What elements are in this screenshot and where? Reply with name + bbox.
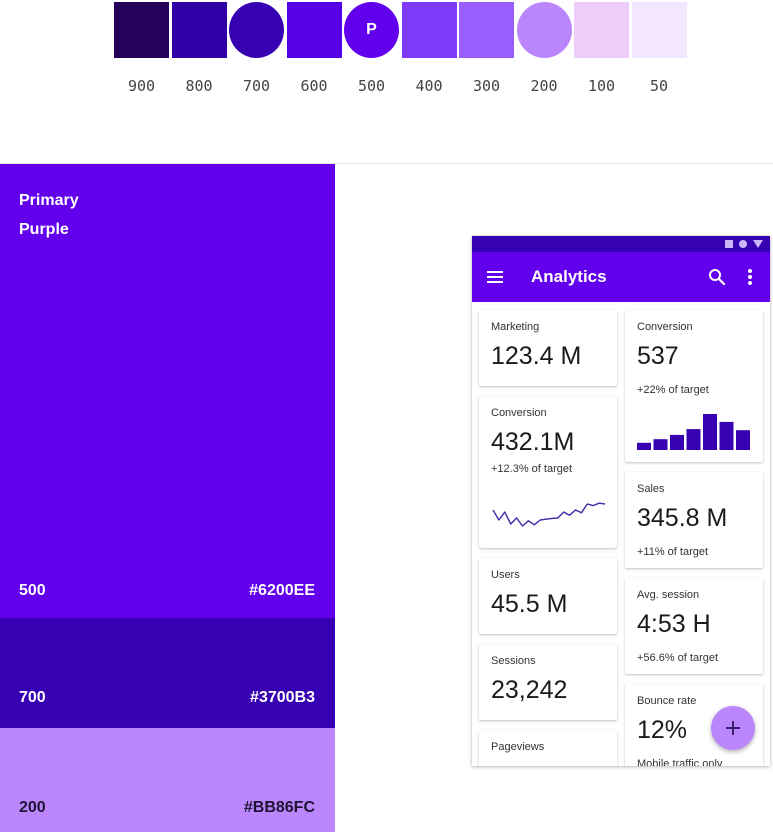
color-block-hex: #BB86FC — [243, 799, 315, 816]
card-value: 4:53 H — [637, 610, 711, 638]
card-subtitle: +56.6% of target — [637, 652, 719, 664]
swatch-letter: P — [366, 21, 377, 38]
swatch-label-800: 800 — [185, 77, 213, 95]
color-block-name: 200 — [19, 799, 46, 816]
card-value: 432.1M — [491, 428, 575, 456]
bar-1 — [653, 439, 668, 450]
swatch-400 — [401, 2, 457, 58]
card-subtitle: +22% of target — [637, 384, 709, 396]
swatch-800 — [171, 2, 227, 58]
color-block-700: 700 #3700B3 — [0, 618, 335, 728]
bar-3 — [686, 429, 701, 450]
palette-swatches: P — [114, 2, 687, 58]
wifi-icon — [739, 240, 747, 248]
card-title: Conversion — [491, 407, 547, 419]
primary-title: Primary Purple — [19, 186, 79, 244]
card-title: Users — [491, 569, 520, 581]
app-bar: Analytics — [472, 252, 770, 302]
card-users[interactable]: Users 45.5 M — [479, 558, 617, 634]
card-title: Sales — [637, 483, 665, 495]
swatch-50 — [631, 2, 687, 58]
card-title: Pageviews — [491, 741, 545, 753]
swatch-label-100: 100 — [587, 77, 616, 95]
swatch-label-600: 600 — [300, 77, 328, 95]
signal-icon — [725, 240, 733, 248]
bar-5 — [719, 421, 734, 450]
swatch-label-900: 900 — [127, 77, 156, 95]
primary-title-line1: Primary — [19, 192, 79, 209]
swatch-700 — [229, 2, 284, 58]
more-vert-icon[interactable] — [748, 269, 752, 285]
card-sales[interactable]: Sales 345.8 M +11% of target — [625, 472, 763, 568]
phone-mockup: Analytics Marketing 123.4 M Conversion 4… — [472, 236, 770, 766]
color-block-name: 500 — [19, 582, 46, 599]
card-subtitle: Mobile traffic only — [637, 758, 723, 766]
color-block-200: 200 #BB86FC — [0, 728, 335, 832]
card-title: Sessions — [491, 655, 536, 667]
sparkline-chart — [492, 502, 606, 527]
card-value: 537 — [637, 342, 679, 370]
card-conversion[interactable]: Conversion 432.1M +12.3% of target — [479, 396, 617, 548]
card-subtitle: +12.3% of target — [491, 463, 573, 475]
palette-labels: 900 800 700 600 500 400 300 200 100 50 — [114, 77, 687, 97]
app-title: Analytics — [531, 267, 607, 286]
card-sessions[interactable]: Sessions 23,242 — [479, 644, 617, 720]
battery-icon — [753, 240, 763, 248]
card-conversion-right[interactable]: Conversion 537 +22% of target — [625, 310, 763, 462]
bar-6 — [736, 430, 750, 450]
menu-icon[interactable] — [487, 270, 503, 284]
card-avg-session[interactable]: Avg. session 4:53 H +56.6% of target — [625, 578, 763, 674]
swatch-900 — [114, 2, 169, 58]
add-icon — [726, 721, 740, 735]
card-value: 23,242 — [491, 676, 568, 704]
card-pageviews[interactable]: Pageviews — [479, 730, 617, 766]
swatch-label-700: 700 — [242, 77, 271, 95]
color-block-500: Primary Purple 500 #6200EE — [0, 164, 335, 618]
card-title: Marketing — [491, 321, 540, 333]
primary-title-line2: Purple — [19, 221, 69, 238]
swatch-label-500: 500 — [357, 77, 386, 95]
color-block-name: 700 — [19, 689, 46, 706]
color-block-hex: #3700B3 — [250, 689, 315, 706]
card-value: 45.5 M — [491, 590, 568, 618]
card-subtitle: +11% of target — [637, 546, 709, 558]
status-bar — [472, 236, 770, 252]
bar-0 — [637, 442, 651, 450]
card-marketing[interactable]: Marketing 123.4 M — [479, 310, 617, 386]
card-value: 123.4 M — [491, 342, 582, 370]
color-block-hex: #6200EE — [249, 582, 315, 599]
swatch-label-200: 200 — [530, 77, 558, 95]
swatch-200 — [516, 2, 572, 58]
swatch-label-50: 50 — [649, 77, 669, 95]
swatch-500: P — [344, 2, 399, 58]
card-value: 12% — [637, 716, 688, 744]
swatch-600 — [286, 2, 342, 58]
swatch-100 — [574, 2, 629, 58]
card-title: Bounce rate — [637, 695, 697, 707]
swatch-label-300: 300 — [472, 77, 501, 95]
card-value: 345.8 M — [637, 504, 728, 532]
bar-chart — [637, 414, 750, 450]
card-title: Conversion — [637, 321, 693, 333]
bar-4 — [703, 414, 717, 450]
bar-2 — [670, 434, 684, 450]
add-fab-button[interactable] — [711, 706, 755, 750]
swatch-label-400: 400 — [415, 77, 443, 95]
search-icon[interactable] — [708, 268, 726, 286]
card-title: Avg. session — [637, 589, 700, 601]
swatch-300 — [459, 2, 514, 58]
